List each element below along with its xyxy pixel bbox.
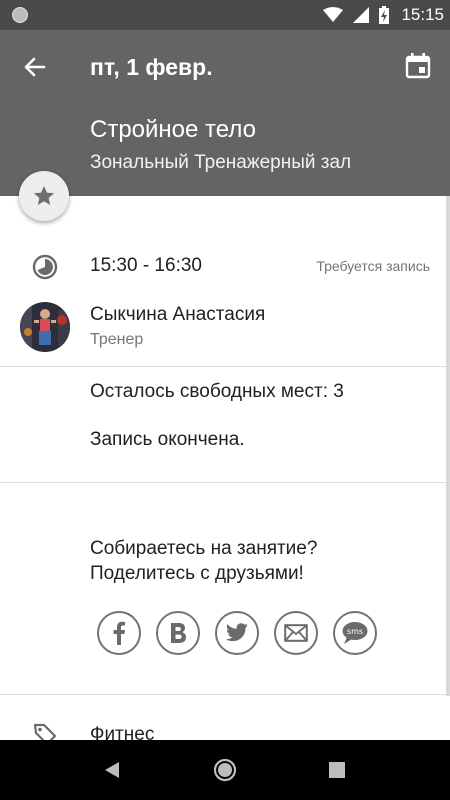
share-prompt-line1: Собираетесь на занятие? [90,538,318,559]
vk-icon [171,623,186,643]
date-title: пт, 1 февр. [90,54,213,80]
trainer-avatar [20,302,70,352]
navigation-bar [0,740,450,800]
notification-icon [12,7,28,23]
share-prompt-line2: Поделитесь с друзьями! [90,563,304,584]
back-arrow-icon[interactable] [20,52,50,82]
booking-required-note: Требуется запись [316,258,430,274]
free-seats-text: Осталось свободных мест: 3 [90,381,344,402]
class-title: Стройное тело [90,116,256,143]
twitter-icon [225,623,248,642]
email-share-button[interactable] [274,611,318,655]
nav-back-icon[interactable] [102,760,122,780]
divider [0,482,450,483]
trainer-role: Тренер [90,331,144,348]
sms-share-button[interactable]: sms [333,611,377,655]
vk-share-button[interactable] [156,611,200,655]
twitter-share-button[interactable] [215,611,259,655]
facebook-icon [113,621,125,645]
cellular-signal-icon [353,7,370,23]
facebook-share-button[interactable] [97,611,141,655]
app-bar: пт, 1 февр. Стройное тело Зональный Трен… [0,30,450,196]
divider [0,694,450,695]
booking-status-text: Запись окончена. [90,429,245,450]
star-icon [34,186,54,205]
nav-home-icon[interactable] [213,758,237,782]
calendar-add-icon[interactable] [404,52,432,80]
trainer-name: Сыкчина Анастасия [90,304,266,325]
divider [0,366,450,367]
clock-icon [32,254,58,280]
status-time: 15:15 [401,5,444,24]
social-share-buttons: sms [97,611,377,655]
session-time: 15:30 - 16:30 [90,255,202,276]
battery-charging-icon [379,6,390,24]
mail-icon [284,624,308,642]
favorite-button[interactable] [19,171,69,221]
sms-label: sms [347,627,363,636]
session-time-row: 15:30 - 16:30 Требуется запись [0,246,450,286]
sms-icon: sms [342,622,368,644]
scrollbar[interactable] [446,196,450,696]
nav-recents-icon[interactable] [329,762,345,778]
wifi-icon [323,7,344,22]
status-bar: 15:15 [0,0,450,30]
gym-name: Зональный Тренажерный зал [90,152,352,173]
